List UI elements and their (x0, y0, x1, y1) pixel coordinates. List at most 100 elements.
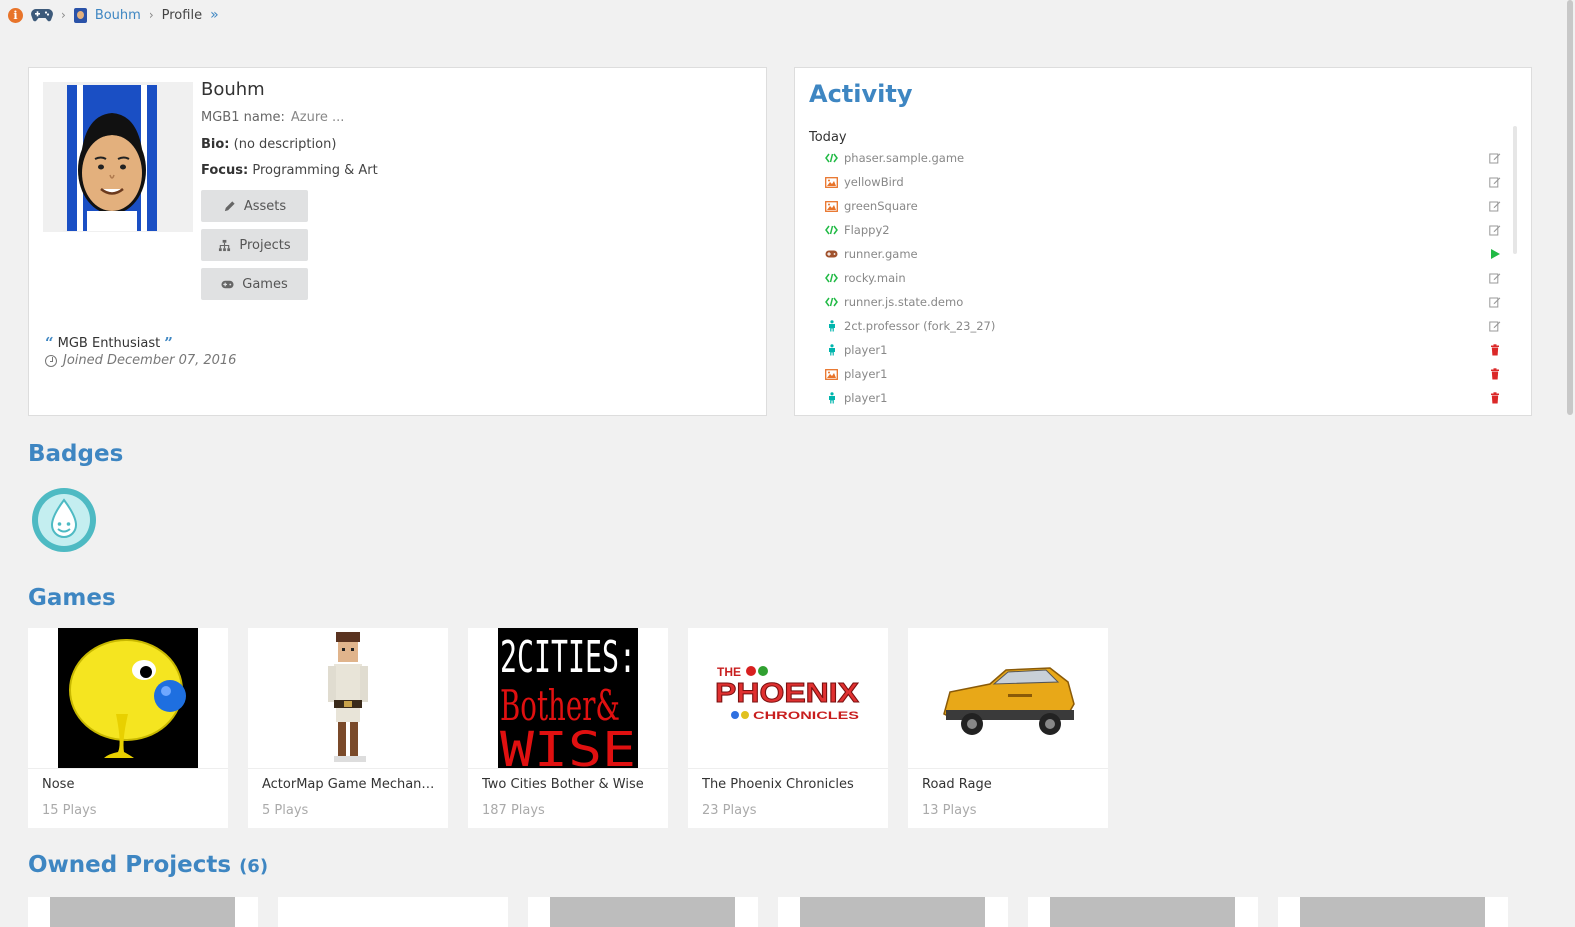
activity-item-link[interactable]: player1 (844, 391, 887, 405)
gamepad-icon[interactable] (31, 8, 53, 22)
game-card-actormap[interactable]: ActorMap Game Mechanic... 5 Plays (248, 628, 448, 828)
trash-icon[interactable] (1489, 392, 1501, 404)
project-card[interactable] (528, 897, 758, 927)
edit-icon[interactable] (1489, 200, 1501, 212)
game-card-nose[interactable]: Nose 15 Plays (28, 628, 228, 828)
activity-item: player1 (825, 338, 1501, 362)
trash-icon[interactable] (1489, 368, 1501, 380)
activity-item: 2ct.professor (fork_23_27) (825, 314, 1501, 338)
edit-icon[interactable] (1489, 224, 1501, 236)
divider (248, 768, 448, 769)
project-thumbnail[interactable] (800, 897, 985, 927)
avatar-image (67, 85, 157, 231)
code-icon (825, 152, 838, 164)
avatar[interactable] (43, 82, 193, 232)
project-card[interactable] (278, 897, 508, 927)
breadcrumb-more-icon[interactable]: » (210, 7, 219, 23)
breadcrumb: i › Bouhm › Profile » (8, 5, 219, 25)
activity-scrollbar[interactable] (1513, 126, 1517, 254)
image-icon (825, 176, 838, 188)
project-thumbnail[interactable] (1050, 897, 1235, 927)
activity-item-link[interactable]: player1 (844, 367, 887, 381)
activity-item: rocky.main (825, 266, 1501, 290)
thumb-text: WISE (500, 722, 636, 768)
owned-projects-count: (6) (239, 856, 269, 877)
badge-droplet[interactable] (32, 488, 96, 552)
profile-name: Bouhm (201, 79, 265, 100)
activity-card: Activity Today phaser.sample.game yellowB… (794, 67, 1532, 416)
activity-item: greenSquare (825, 194, 1501, 218)
chevron-right-icon: › (61, 8, 66, 22)
actor-icon (825, 344, 838, 356)
activity-item-link[interactable]: phaser.sample.game (844, 151, 964, 165)
breadcrumb-current: Profile (161, 7, 203, 23)
bio-value[interactable]: (no description) (234, 137, 337, 152)
activity-item-link[interactable]: player1 (844, 343, 887, 357)
activity-list: phaser.sample.game yellowBird greenSquare F… (825, 146, 1501, 410)
thumb-text: PHOENIX (715, 677, 859, 708)
quote-left-icon: “ (45, 334, 54, 352)
thumb-text: 2CITIES: (500, 632, 636, 683)
game-title[interactable]: The Phoenix Chronicles (702, 777, 878, 792)
bio-label: Bio: (201, 137, 230, 152)
games-button-label: Games (242, 276, 288, 292)
mgb1-name-value[interactable]: Azure ... (291, 110, 345, 125)
activity-item-link[interactable]: greenSquare (844, 199, 918, 213)
edit-icon[interactable] (1489, 320, 1501, 332)
game-title[interactable]: Two Cities Bother & Wise (482, 777, 658, 792)
game-title[interactable]: ActorMap Game Mechanic... (262, 777, 438, 792)
trash-icon[interactable] (1489, 344, 1501, 356)
game-thumbnail[interactable]: 2CITIES: Bother& WISE (498, 628, 638, 768)
joined-date: Joined December 07, 2016 (45, 353, 236, 368)
games-button[interactable]: Games (201, 268, 308, 300)
activity-item-link[interactable]: runner.game (844, 247, 918, 261)
game-thumbnail[interactable] (58, 628, 198, 768)
edit-icon[interactable] (1489, 272, 1501, 284)
project-card[interactable] (1278, 897, 1508, 927)
gamepad-icon (825, 248, 838, 260)
edit-icon[interactable] (1489, 176, 1501, 188)
play-icon[interactable] (1489, 248, 1501, 260)
breadcrumb-user-link[interactable]: Bouhm (95, 8, 141, 23)
activity-group-today: Today (809, 130, 847, 145)
page-scrollbar-thumb[interactable] (1567, 0, 1573, 415)
activity-item: player1 (825, 386, 1501, 410)
game-thumbnail[interactable] (938, 628, 1078, 768)
game-card-phoenix[interactable]: THE PHOENIX CHRONICLES The Phoenix Chron… (688, 628, 888, 828)
game-card-road-rage[interactable]: Road Rage 13 Plays (908, 628, 1108, 828)
game-plays: 15 Plays (42, 803, 97, 818)
game-title[interactable]: Nose (42, 777, 218, 792)
project-card[interactable] (28, 897, 258, 927)
activity-item: runner.js.state.demo (825, 290, 1501, 314)
projects-button[interactable]: Projects (201, 229, 308, 261)
assets-button[interactable]: Assets (201, 190, 308, 222)
activity-item: yellowBird (825, 170, 1501, 194)
edit-icon[interactable] (1489, 296, 1501, 308)
focus-row: Focus: Programming & Art (201, 163, 378, 178)
activity-item-link[interactable]: rocky.main (844, 271, 906, 285)
info-icon[interactable]: i (8, 7, 23, 23)
focus-value[interactable]: Programming & Art (252, 163, 377, 178)
activity-item-link[interactable]: 2ct.professor (fork_23_27) (844, 319, 995, 333)
bio-row: Bio: (no description) (201, 137, 336, 152)
activity-item-link[interactable]: yellowBird (844, 175, 904, 189)
page-scrollbar[interactable] (1565, 0, 1575, 927)
activity-item-link[interactable]: runner.js.state.demo (844, 295, 963, 309)
project-thumbnail[interactable] (50, 897, 235, 927)
divider (28, 768, 228, 769)
enthusiast-title: “ MGB Enthusiast ” (45, 334, 173, 352)
sitemap-icon (219, 239, 231, 251)
activity-item-link[interactable]: Flappy2 (844, 223, 890, 237)
game-plays: 23 Plays (702, 803, 757, 818)
game-title[interactable]: Road Rage (922, 777, 1098, 792)
game-thumbnail[interactable]: THE PHOENIX CHRONICLES (713, 628, 863, 768)
project-card[interactable] (1028, 897, 1258, 927)
game-plays: 13 Plays (922, 803, 977, 818)
game-thumbnail[interactable] (278, 628, 418, 768)
pencil-icon (224, 200, 235, 211)
edit-icon[interactable] (1489, 152, 1501, 164)
project-thumbnail[interactable] (1300, 897, 1485, 927)
project-thumbnail[interactable] (550, 897, 735, 927)
project-card[interactable] (778, 897, 1008, 927)
game-card-two-cities[interactable]: 2CITIES: Bother& WISE Two Cities Bother … (468, 628, 668, 828)
